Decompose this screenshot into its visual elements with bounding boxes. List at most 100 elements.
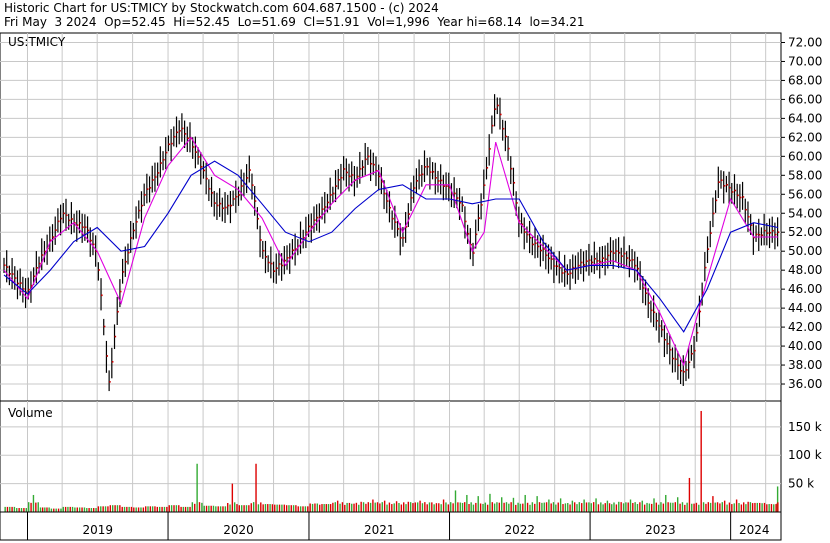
volume-bar: [102, 506, 104, 512]
price-tick-label: 60.00: [788, 149, 822, 163]
volume-bar: [398, 502, 400, 512]
close-marker: [537, 245, 540, 248]
volume-bar: [477, 496, 479, 512]
volume-bar: [100, 506, 102, 512]
close-marker: [346, 171, 348, 174]
volume-bar: [386, 504, 388, 512]
volume-bar: [517, 502, 519, 512]
close-marker: [14, 277, 17, 279]
close-marker: [324, 206, 327, 208]
close-marker: [516, 202, 518, 204]
close-marker: [273, 270, 276, 273]
volume-bar: [416, 502, 419, 512]
close-marker: [192, 146, 195, 148]
volume-bar: [196, 463, 198, 512]
price-tick-label: 46.00: [788, 282, 822, 296]
close-marker: [650, 309, 653, 312]
volume-bar: [452, 503, 454, 512]
volume-bar: [567, 503, 569, 512]
close-marker: [578, 264, 580, 267]
volume-bar: [583, 499, 585, 512]
volume-bar: [660, 502, 662, 512]
volume-bar: [606, 500, 609, 512]
close-marker: [362, 166, 365, 168]
volume-bar: [412, 503, 414, 512]
volume-bar: [681, 502, 684, 512]
close-marker: [106, 355, 109, 357]
volume-bar: [576, 504, 578, 512]
volume-bar: [156, 506, 158, 512]
close-marker: [532, 243, 534, 246]
close-marker: [408, 213, 410, 215]
close-marker: [133, 229, 135, 232]
close-marker: [87, 229, 90, 232]
volume-bar: [6, 506, 9, 512]
volume-bar: [754, 502, 756, 512]
close-marker: [750, 224, 753, 226]
volume-bar: [431, 502, 433, 512]
volume-bar: [705, 503, 707, 512]
volume-bar: [39, 507, 42, 512]
volume-bar: [766, 504, 768, 512]
volume-bar: [295, 505, 297, 512]
close-marker: [9, 273, 11, 275]
volume-bar: [409, 502, 412, 512]
volume-bar: [189, 506, 191, 512]
close-marker: [570, 272, 572, 275]
volume-bar: [646, 502, 648, 512]
close-marker: [265, 255, 268, 258]
volume-bar: [742, 502, 745, 512]
close-marker: [257, 217, 259, 220]
close-marker: [343, 168, 346, 170]
volume-bar: [316, 503, 319, 512]
volume-bar: [719, 503, 721, 512]
volume-bar: [419, 500, 421, 512]
close-marker: [634, 264, 637, 267]
volume-bar: [83, 507, 86, 512]
close-marker: [437, 180, 440, 182]
volume-bar: [173, 505, 175, 512]
volume-bar: [512, 497, 515, 512]
close-marker: [475, 233, 478, 236]
volume-bar: [548, 499, 550, 512]
volume-bar: [662, 503, 665, 512]
close-marker: [249, 169, 251, 171]
volume-bar: [559, 498, 562, 512]
volume-bar: [581, 503, 583, 512]
volume-bar: [372, 499, 374, 512]
close-marker: [367, 155, 370, 158]
close-marker: [160, 162, 162, 164]
volume-bar: [109, 505, 112, 512]
volume-bar: [684, 504, 686, 512]
volume-bar: [27, 502, 30, 512]
volume-bar: [208, 505, 210, 512]
close-marker: [349, 175, 351, 178]
close-marker: [726, 183, 728, 186]
volume-bar: [369, 502, 372, 512]
close-marker: [621, 255, 623, 257]
close-marker: [146, 188, 149, 190]
volume-bar: [657, 504, 660, 512]
volume-bar: [145, 506, 147, 512]
volume-bar: [733, 503, 735, 512]
volume-bar: [158, 506, 161, 512]
volume-bar: [482, 503, 484, 512]
close-marker: [591, 261, 594, 264]
volume-bar: [64, 506, 67, 512]
volume-bar: [407, 501, 410, 512]
volume-bar: [184, 506, 187, 512]
close-marker: [435, 177, 437, 179]
close-marker: [685, 369, 688, 371]
close-marker: [653, 311, 656, 314]
volume-bar: [395, 501, 398, 512]
volume-bar: [210, 505, 212, 512]
close-marker: [198, 156, 200, 158]
volume-tick-label: 150 k: [788, 420, 822, 434]
volume-bar: [636, 503, 639, 512]
volume-bar: [360, 501, 362, 512]
volume-bar: [74, 507, 76, 512]
volume-bar: [203, 505, 205, 512]
volume-bar: [365, 503, 367, 512]
volume-bar: [149, 506, 152, 512]
volume-bar: [536, 496, 538, 512]
